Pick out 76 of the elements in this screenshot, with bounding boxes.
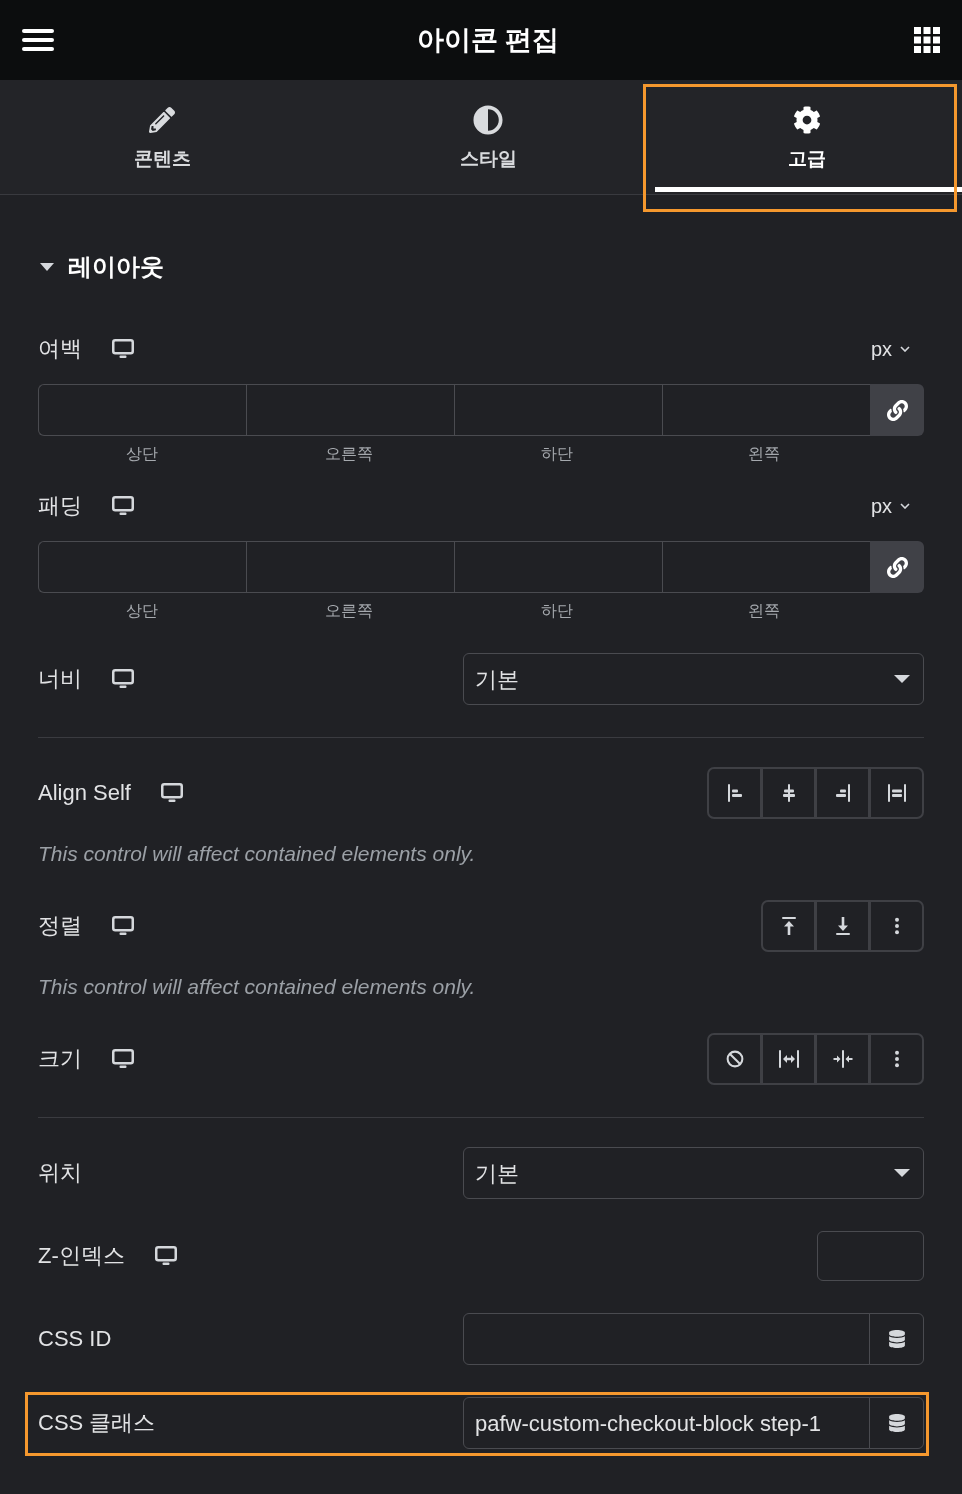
option-button[interactable]	[761, 900, 816, 952]
help-text: This control will affect contained elements only.	[38, 974, 476, 1000]
chevron-down-icon	[900, 346, 910, 352]
tab[interactable]: 고급	[652, 80, 962, 194]
caret-down-icon	[894, 1169, 910, 1177]
option-button[interactable]	[761, 1033, 816, 1085]
option-button[interactable]	[815, 900, 870, 952]
tab[interactable]: 콘텐츠	[0, 80, 324, 194]
control-label: CSS 클래스	[38, 1409, 156, 1437]
number-field[interactable]	[817, 1231, 924, 1281]
field-caption: 하단	[540, 601, 573, 621]
desktop-icon[interactable]	[160, 783, 183, 803]
apps-button[interactable]	[914, 27, 940, 53]
help-text: This control will affect contained elements only.	[38, 841, 476, 867]
select-field[interactable]: 기본	[463, 1147, 924, 1199]
select-field[interactable]: 기본	[463, 653, 924, 705]
text-field[interactable]: pafw-custom-checkout-block step-1	[463, 1397, 870, 1449]
desktop-icon[interactable]	[112, 916, 134, 936]
field-caption: 왼쪽	[748, 601, 781, 621]
expand-horizontal-icon	[778, 1050, 799, 1068]
desktop-icon[interactable]	[112, 1049, 134, 1069]
desktop-icon[interactable]	[112, 496, 134, 516]
database-icon	[887, 1414, 906, 1432]
more-vertical-icon	[893, 1050, 900, 1068]
text-field[interactable]	[463, 1313, 870, 1365]
field-caption: 하단	[540, 444, 573, 464]
arrow-down-to-line-icon	[834, 917, 851, 935]
field-caption: 오른쪽	[325, 444, 374, 464]
arrow-up-to-line-icon	[780, 917, 797, 935]
field-caption: 왼쪽	[748, 444, 781, 464]
option-button[interactable]	[815, 767, 870, 819]
shrink-horizontal-icon	[832, 1050, 853, 1068]
field-caption: 상단	[125, 444, 158, 464]
gear-icon	[793, 106, 821, 134]
panel-title: 아이콘 편집	[416, 23, 560, 57]
dynamic-tags-button[interactable]	[869, 1313, 924, 1365]
field-caption: 오른쪽	[325, 601, 374, 621]
dynamic-tags-button[interactable]	[869, 1397, 924, 1449]
caret-down-icon	[894, 675, 910, 683]
align-center-icon	[781, 784, 796, 802]
grid-icon	[914, 27, 940, 53]
desktop-icon[interactable]	[154, 1246, 177, 1266]
control-label: Z-인덱스	[38, 1242, 125, 1270]
control-label: 크기	[38, 1045, 82, 1073]
unit-selector[interactable]: px	[870, 334, 910, 364]
control-label: 너비	[38, 665, 82, 693]
field-caption: 상단	[125, 601, 158, 621]
option-button[interactable]	[707, 1033, 762, 1085]
align-end-icon	[834, 784, 851, 802]
database-icon	[887, 1330, 906, 1348]
option-button[interactable]	[815, 1033, 870, 1085]
section-header[interactable]: 레이아웃	[38, 247, 164, 287]
tab[interactable]: 스타일	[324, 80, 652, 194]
link-button[interactable]	[870, 541, 924, 593]
control-label: 패딩	[38, 492, 82, 520]
desktop-icon[interactable]	[112, 339, 134, 359]
control-label: CSS ID	[38, 1325, 112, 1353]
control-label: Align Self	[38, 779, 131, 807]
menu-icon	[22, 28, 54, 52]
link-icon	[886, 399, 908, 421]
control-label: 여백	[38, 335, 82, 363]
option-button[interactable]	[707, 767, 762, 819]
desktop-icon[interactable]	[112, 669, 134, 689]
link-icon	[886, 556, 908, 578]
chevron-down-icon	[900, 503, 910, 509]
option-button[interactable]	[869, 767, 924, 819]
align-start-icon	[726, 784, 743, 802]
pencil-icon	[149, 107, 175, 133]
stretch-icon	[886, 784, 907, 802]
control-label: 정렬	[38, 912, 82, 940]
link-button[interactable]	[870, 384, 924, 436]
menu-button[interactable]	[22, 28, 54, 52]
option-button[interactable]	[761, 767, 816, 819]
unit-selector[interactable]: px	[870, 491, 910, 521]
control-label: 위치	[38, 1159, 82, 1187]
more-vertical-icon	[893, 917, 900, 935]
